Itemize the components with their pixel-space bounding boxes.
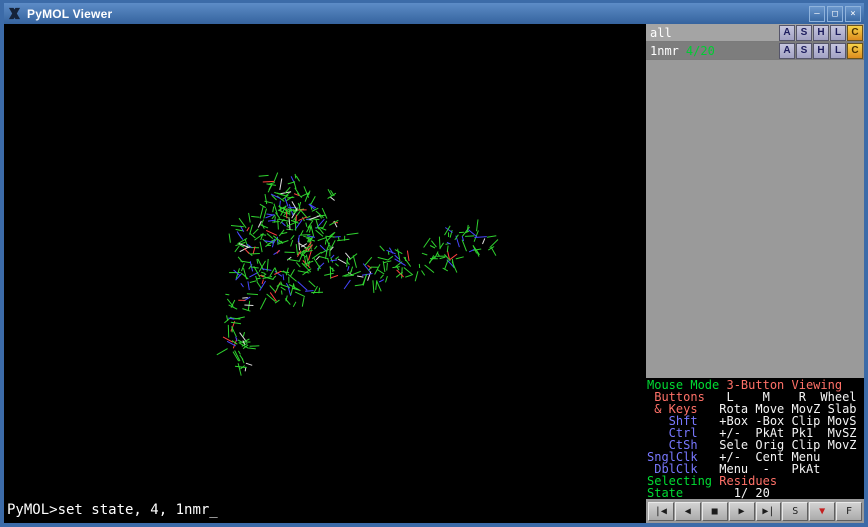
object-name[interactable]: all: [650, 26, 672, 40]
sidebar: all ASHLC 1nmr 4/20 ASHLC Mouse Mode 3-Butto…: [646, 24, 864, 499]
object-buttons: ASHLC: [778, 43, 864, 59]
action-button[interactable]: A: [779, 25, 795, 41]
loop-button[interactable]: ▼: [809, 502, 835, 521]
pymol-window: PyMOL Viewer – □ × allASHLC1nmr4/20ASHLC…: [0, 0, 868, 527]
molecule-svg: [4, 24, 646, 499]
hide-button[interactable]: H: [813, 43, 829, 59]
object-buttons: ASHLC: [778, 25, 864, 41]
object-row-1nmr[interactable]: 1nmr 4/20 ASHLC: [646, 42, 864, 60]
mouse-panel-text: 1/ 20: [690, 486, 769, 499]
color-button[interactable]: C: [847, 43, 863, 59]
command-text: set state, 4, 1nmr_: [58, 502, 218, 518]
object-state: 4/20: [686, 44, 715, 58]
viewport-3d[interactable]: [4, 24, 646, 499]
command-prompt: PyMOL>: [7, 502, 58, 518]
window-title: PyMOL Viewer: [27, 7, 112, 21]
maximize-button[interactable]: □: [827, 6, 843, 22]
scene-button[interactable]: S: [782, 502, 808, 521]
close-button[interactable]: ×: [845, 6, 861, 22]
label-button[interactable]: L: [830, 43, 846, 59]
color-button[interactable]: C: [847, 25, 863, 41]
action-button[interactable]: A: [779, 43, 795, 59]
go-to-start-button[interactable]: |◀: [648, 502, 674, 521]
go-to-end-button[interactable]: ▶|: [756, 502, 782, 521]
window-controls: – □ ×: [809, 6, 861, 22]
fullscreen-button[interactable]: F: [836, 502, 862, 521]
x11-logo-icon[interactable]: [7, 6, 22, 21]
x11-logo-svg: [8, 7, 21, 20]
mouse-panel-line-10: State 1/ 20: [647, 487, 863, 499]
titlebar[interactable]: PyMOL Viewer – □ ×: [4, 3, 864, 24]
object-name[interactable]: 1nmr: [650, 44, 679, 58]
mouse-panel-text: State: [647, 486, 690, 499]
mouse-panel: Mouse Mode 3-Button Viewing Buttons L M …: [646, 378, 864, 499]
minimize-button[interactable]: –: [809, 6, 825, 22]
stop-button[interactable]: ■: [702, 502, 728, 521]
step-back-button[interactable]: ◀: [675, 502, 701, 521]
label-button[interactable]: L: [830, 25, 846, 41]
command-input[interactable]: PyMOL>set state, 4, 1nmr_: [4, 499, 646, 523]
object-list: all ASHLC 1nmr 4/20 ASHLC: [646, 24, 864, 60]
play-button[interactable]: ▶: [729, 502, 755, 521]
show-button[interactable]: S: [796, 43, 812, 59]
hide-button[interactable]: H: [813, 25, 829, 41]
object-row-all[interactable]: all ASHLC: [646, 24, 864, 42]
playback-bar: |◀◀■▶▶|S▼F: [646, 499, 864, 523]
show-button[interactable]: S: [796, 25, 812, 41]
